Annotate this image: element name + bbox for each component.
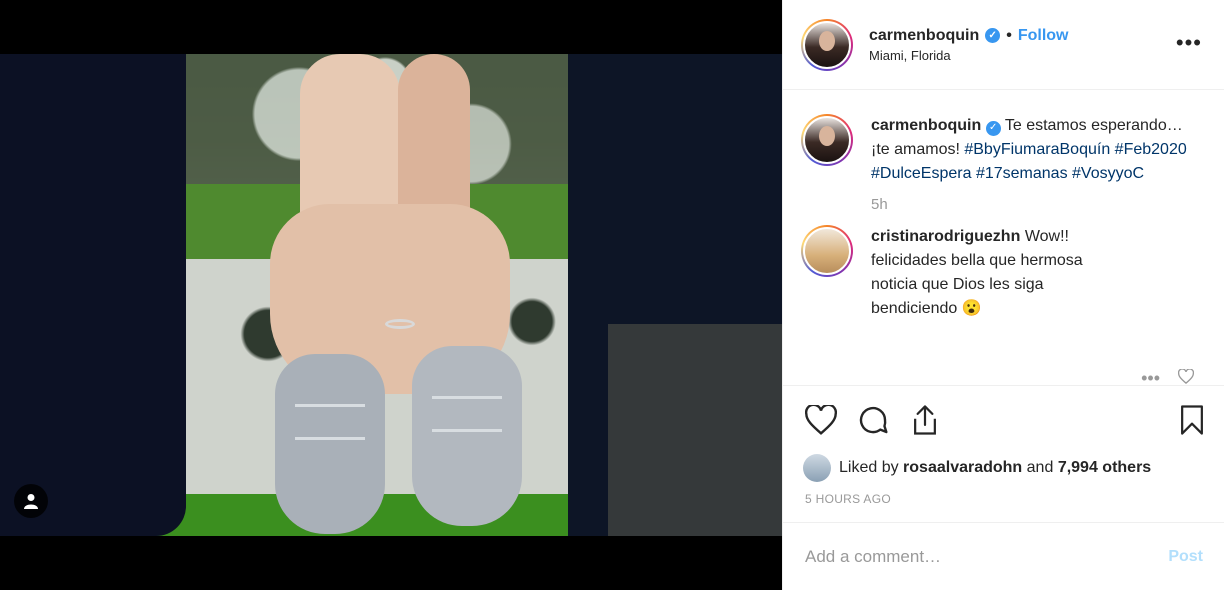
comment-input[interactable]	[805, 546, 1169, 567]
post-header: carmenboquin ✓ • Follow Miami, Florida •…	[783, 0, 1224, 90]
more-options-icon[interactable]: •••	[1176, 30, 1202, 56]
caption-username[interactable]: carmenboquin	[871, 117, 981, 134]
hashtag[interactable]: #DulceEspera	[871, 165, 972, 182]
post-sidebar: carmenboquin ✓ • Follow Miami, Florida •…	[782, 0, 1224, 590]
hashtag[interactable]: #BbyFiumaraBoquín	[964, 141, 1110, 158]
comments-section: carmenboquin ✓ Te estamos esperando… ¡te…	[783, 90, 1224, 388]
caption: carmenboquin ✓ Te estamos esperando… ¡te…	[801, 114, 1206, 186]
hashtag[interactable]: #VosyyoC	[1072, 165, 1144, 182]
baby-shoe-left	[275, 354, 385, 534]
post-location[interactable]: Miami, Florida	[869, 48, 1069, 63]
post-timestamp[interactable]: 5 HOURS AGO	[783, 482, 1224, 506]
action-bar	[783, 386, 1224, 454]
hashtag[interactable]: #17semanas	[976, 165, 1068, 182]
user-tag-icon[interactable]	[14, 484, 48, 518]
person-left	[0, 54, 186, 536]
likes-summary: Liked by rosaalvaradohn and 7,994 others	[783, 454, 1224, 482]
liker-avatar[interactable]	[803, 454, 831, 482]
comment-icon[interactable]	[855, 402, 891, 438]
follow-button[interactable]: Follow	[1018, 27, 1069, 45]
baby-shoe-right	[412, 346, 522, 526]
post-photo[interactable]	[0, 54, 782, 536]
caption-avatar[interactable]	[801, 114, 853, 166]
separator-dot: •	[1006, 26, 1012, 44]
post-media[interactable]	[0, 0, 782, 590]
commenter-avatar[interactable]	[801, 225, 853, 277]
share-icon[interactable]	[907, 402, 943, 438]
author-username[interactable]: carmenboquin	[869, 27, 979, 45]
caption-time[interactable]: 5h	[871, 196, 1206, 213]
verified-icon: ✓	[985, 28, 1001, 43]
likes-prefix: Liked by	[839, 459, 899, 476]
add-comment-bar: Post	[783, 522, 1224, 590]
likes-others[interactable]: 7,994 others	[1058, 459, 1151, 477]
liker-username[interactable]: rosaalvaradohn	[903, 459, 1022, 477]
hashtag[interactable]: #Feb2020	[1115, 141, 1187, 158]
verified-icon: ✓	[985, 120, 1001, 136]
comment-item: cristinarodriguezhn Wow!! felicidades be…	[801, 225, 1206, 388]
author-avatar[interactable]	[801, 18, 853, 71]
post-comment-button[interactable]: Post	[1168, 548, 1203, 566]
heart-icon[interactable]	[803, 402, 839, 438]
likes-connector: and	[1026, 459, 1054, 476]
bookmark-icon[interactable]	[1174, 402, 1210, 438]
person-right-jeans	[608, 324, 782, 536]
wedding-ring	[385, 319, 415, 329]
commenter-username[interactable]: cristinarodriguezhn	[871, 228, 1020, 245]
